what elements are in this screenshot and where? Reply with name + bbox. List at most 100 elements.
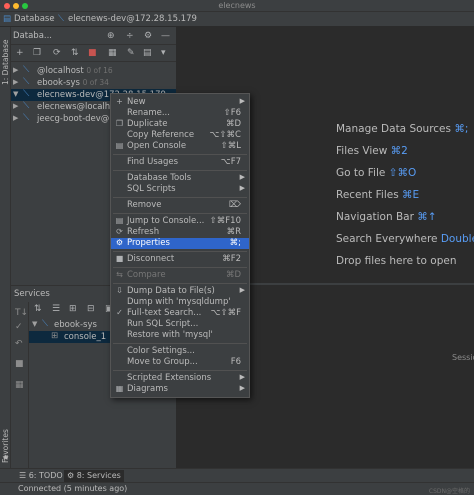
tree-item-ebook-sys[interactable]: ▶ ⟍ ebook-sys 0 of 34	[11, 77, 176, 89]
menu-separator	[113, 213, 247, 214]
settings-gear-icon[interactable]: ⚙	[144, 31, 152, 41]
hint-manage-data-sources: Manage Data Sources ⌘;	[336, 123, 468, 135]
menu-item-color-settings[interactable]: Color Settings...	[111, 346, 249, 357]
menu-item-dump-data-to-file-s[interactable]: ⇩ Dump Data to File(s) ▶	[111, 286, 249, 297]
copy-icon[interactable]: ❐	[33, 48, 41, 58]
database-panel-header: Databa... ⊕ ÷ ⚙ —	[11, 27, 176, 45]
todo-tool-tab[interactable]: ☰ 6: TODO	[16, 470, 66, 482]
breadcrumb-datasource[interactable]: elecnews-dev@172.28.15.179	[68, 14, 197, 24]
expand-arrow-icon[interactable]: ▶	[13, 102, 18, 110]
console-icon[interactable]: ▤	[143, 48, 152, 58]
mysql-datasource-icon: ⟍	[42, 319, 48, 329]
menu-item-diagrams[interactable]: ▦ Diagrams ▶	[111, 384, 249, 395]
datasource-icon: ⟍	[58, 14, 64, 24]
expand-arrow-icon[interactable]: ▶	[13, 114, 18, 122]
menu-item-label: New	[127, 97, 146, 107]
hint-text: Search Everywhere	[336, 233, 438, 245]
collapse-icon[interactable]: ÷	[126, 31, 134, 41]
menu-item-shortcut: ⌘D	[225, 119, 241, 129]
tx-mode-icon[interactable]: T↓	[15, 308, 28, 318]
menu-item-icon: ⟳	[116, 227, 123, 236]
rollback-icon[interactable]: ↶	[15, 339, 23, 349]
menu-item-jump-to-console[interactable]: ▤ Jump to Console... ⇧⌘F10	[111, 216, 249, 227]
menu-item-label: Color Settings...	[127, 346, 195, 356]
menu-item-dump-with-mysqldump[interactable]: Dump with 'mysqldump'	[111, 297, 249, 308]
tab-label: 8: Services	[76, 471, 121, 480]
menu-item-full-text-search[interactable]: ✓ Full-text Search... ⌥⇧⌘F	[111, 308, 249, 319]
menu-item-label: Open Console	[127, 141, 187, 151]
stop-icon[interactable]: ■	[88, 48, 97, 58]
menu-item-icon: ✓	[116, 308, 123, 317]
collapse-arrow-icon[interactable]: ▼	[32, 320, 37, 328]
services-side-toolbar: T↓ ✓ ↶ ■ ▦	[11, 302, 29, 469]
menu-item-shortcut: ⇧⌘L	[220, 141, 241, 151]
stop-icon[interactable]: ■	[15, 359, 24, 369]
expand-arrow-icon[interactable]: ▶	[13, 66, 18, 74]
menu-item-new[interactable]: + New ▶	[111, 97, 249, 108]
database-toolbar: + ❐ ⟳ ⇅ ■ ▦ ✎ ▤ ▾	[11, 45, 176, 62]
tree-item-label: ebook-sys	[37, 78, 80, 88]
layout-icon[interactable]: ▦	[15, 380, 24, 390]
menu-separator	[113, 343, 247, 344]
submenu-arrow-icon: ▶	[239, 373, 245, 381]
menu-item-icon: ⇆	[116, 270, 123, 279]
hide-panel-icon[interactable]: —	[161, 31, 170, 41]
table-icon[interactable]: ▦	[108, 48, 117, 58]
hint-shortcut: ⌘;	[454, 123, 469, 135]
menu-item-rename[interactable]: Rename... ⇧F6	[111, 108, 249, 119]
menu-item-label: Dump with 'mysqldump'	[127, 297, 231, 307]
collapse-all-icon[interactable]: ⊟	[87, 304, 95, 314]
group-icon[interactable]: ☰	[52, 304, 60, 314]
menu-item-move-to-group[interactable]: Move to Group... F6	[111, 357, 249, 368]
commit-icon[interactable]: ✓	[15, 322, 23, 332]
expand-all-icon[interactable]: ⊞	[69, 304, 77, 314]
sort-icon[interactable]: ⇅	[34, 304, 42, 314]
menu-item-refresh[interactable]: ⟳ Refresh ⌘R	[111, 227, 249, 238]
menu-item-run-sql-script[interactable]: Run SQL Script...	[111, 319, 249, 330]
left-tool-strip: 1: Database Favorites ★	[0, 27, 11, 468]
refresh-icon[interactable]: ⟳	[53, 48, 61, 58]
menu-item-copy-reference[interactable]: Copy Reference ⌥⇧⌘C	[111, 130, 249, 141]
sync-icon[interactable]: ⇅	[71, 48, 79, 58]
hint-recent-files: Recent Files ⌘E	[336, 189, 419, 201]
breadcrumb-database[interactable]: Database	[14, 14, 55, 24]
status-text: Connected (5 minutes ago)	[18, 484, 128, 493]
menu-item-shortcut: ⌘F2	[222, 254, 241, 264]
menu-item-shortcut: ⌥F7	[220, 157, 241, 167]
hint-go-to-file: Go to File ⇧⌘O	[336, 167, 416, 179]
context-menu: + New ▶ Rename... ⇧F6 ❐ Duplicate ⌘D Copy Refere…	[110, 93, 250, 398]
tree-item-label: @localhost	[37, 66, 84, 76]
collapse-arrow-icon[interactable]: ▼	[13, 90, 18, 98]
add-icon[interactable]: +	[16, 48, 24, 58]
menu-item-label: Rename...	[127, 108, 170, 118]
menu-item-shortcut: ⇧⌘F10	[209, 216, 241, 226]
menu-item-find-usages[interactable]: Find Usages ⌥F7	[111, 157, 249, 168]
menu-item-label: Find Usages	[127, 157, 179, 167]
menu-separator	[113, 251, 247, 252]
mysql-datasource-icon: ⟍	[23, 65, 30, 75]
tree-item-count: 0 of 16	[86, 66, 113, 75]
menu-item-database-tools[interactable]: Database Tools ▶	[111, 173, 249, 184]
menu-item-scripted-extensions[interactable]: Scripted Extensions ▶	[111, 373, 249, 384]
menu-item-icon: ■	[115, 254, 124, 263]
menu-item-properties[interactable]: ⚙ Properties ⌘;	[111, 238, 249, 249]
menu-item-sql-scripts[interactable]: SQL Scripts ▶	[111, 184, 249, 195]
menu-item-duplicate[interactable]: ❐ Duplicate ⌘D	[111, 119, 249, 130]
menu-item-shortcut: ⇧F6	[223, 108, 241, 118]
filter-icon[interactable]: ▾	[161, 48, 166, 58]
menu-item-remove[interactable]: Remove ⌦	[111, 200, 249, 211]
breadcrumb-separator-icon: ›	[51, 14, 55, 24]
menu-item-icon: ⚙	[115, 238, 124, 247]
menu-item-open-console[interactable]: ▤ Open Console ⇧⌘L	[111, 141, 249, 152]
services-tool-tab[interactable]: ⚙ 8: Services	[64, 470, 124, 482]
menu-separator	[113, 370, 247, 371]
database-tool-tab[interactable]: 1: Database	[1, 40, 10, 85]
tree-item-count: 0 of 34	[82, 78, 109, 87]
service-item-label: ebook-sys	[54, 320, 97, 330]
add-datasource-icon[interactable]: ⊕	[107, 31, 115, 41]
tree-item-localhost[interactable]: ▶ ⟍ @localhost 0 of 16	[11, 65, 176, 77]
expand-arrow-icon[interactable]: ▶	[13, 78, 18, 86]
menu-item-restore-with-mysql[interactable]: Restore with 'mysql'	[111, 330, 249, 341]
menu-item-disconnect[interactable]: ■ Disconnect ⌘F2	[111, 254, 249, 265]
edit-icon[interactable]: ✎	[127, 48, 135, 58]
